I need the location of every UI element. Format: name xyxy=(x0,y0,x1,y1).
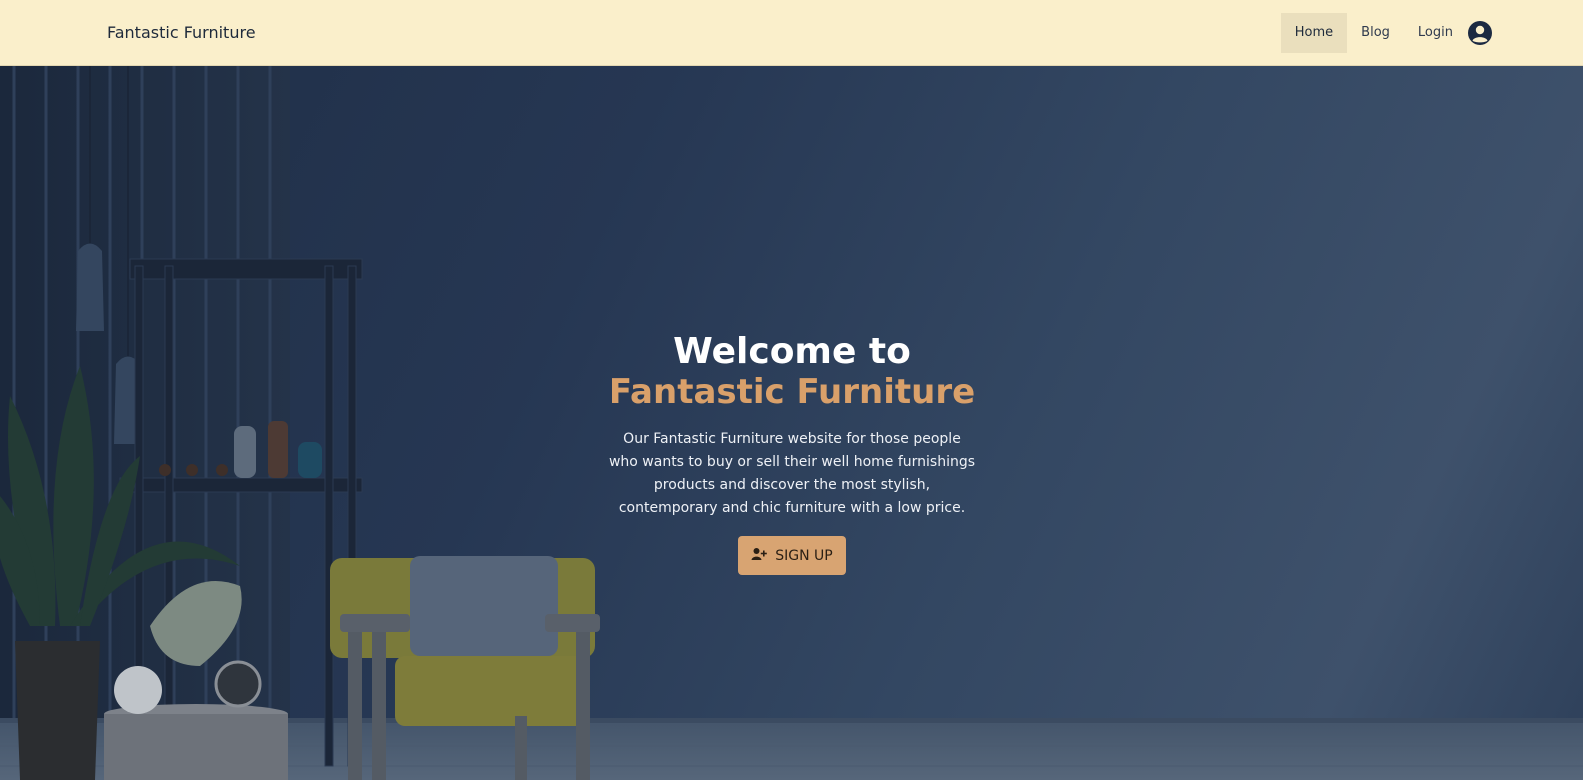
hero-description: Our Fantastic Furniture website for thos… xyxy=(608,431,976,516)
sign-up-button[interactable]: SIGN UP xyxy=(738,536,846,575)
hero-title-line1: Welcome to xyxy=(673,331,911,372)
user-plus-icon xyxy=(751,547,768,565)
nav-home-link[interactable]: Home xyxy=(1280,13,1348,53)
sign-up-label: SIGN UP xyxy=(775,547,833,564)
hero-title-line2: Fantastic Furniture xyxy=(608,372,976,412)
brand-logo[interactable]: Fantastic Furniture xyxy=(107,23,256,42)
nav-links: Home Blog Login xyxy=(1280,13,1493,53)
nav-login-link[interactable]: Login xyxy=(1404,13,1467,53)
hero-section: Welcome to Fantastic Furniture Our Fanta… xyxy=(0,66,1583,780)
navbar: Fantastic Furniture Home Blog Login xyxy=(0,0,1583,66)
hero-content: Welcome to Fantastic Furniture Our Fanta… xyxy=(592,332,992,575)
nav-blog-link[interactable]: Blog xyxy=(1347,13,1404,53)
user-circle-icon[interactable] xyxy=(1467,20,1493,46)
